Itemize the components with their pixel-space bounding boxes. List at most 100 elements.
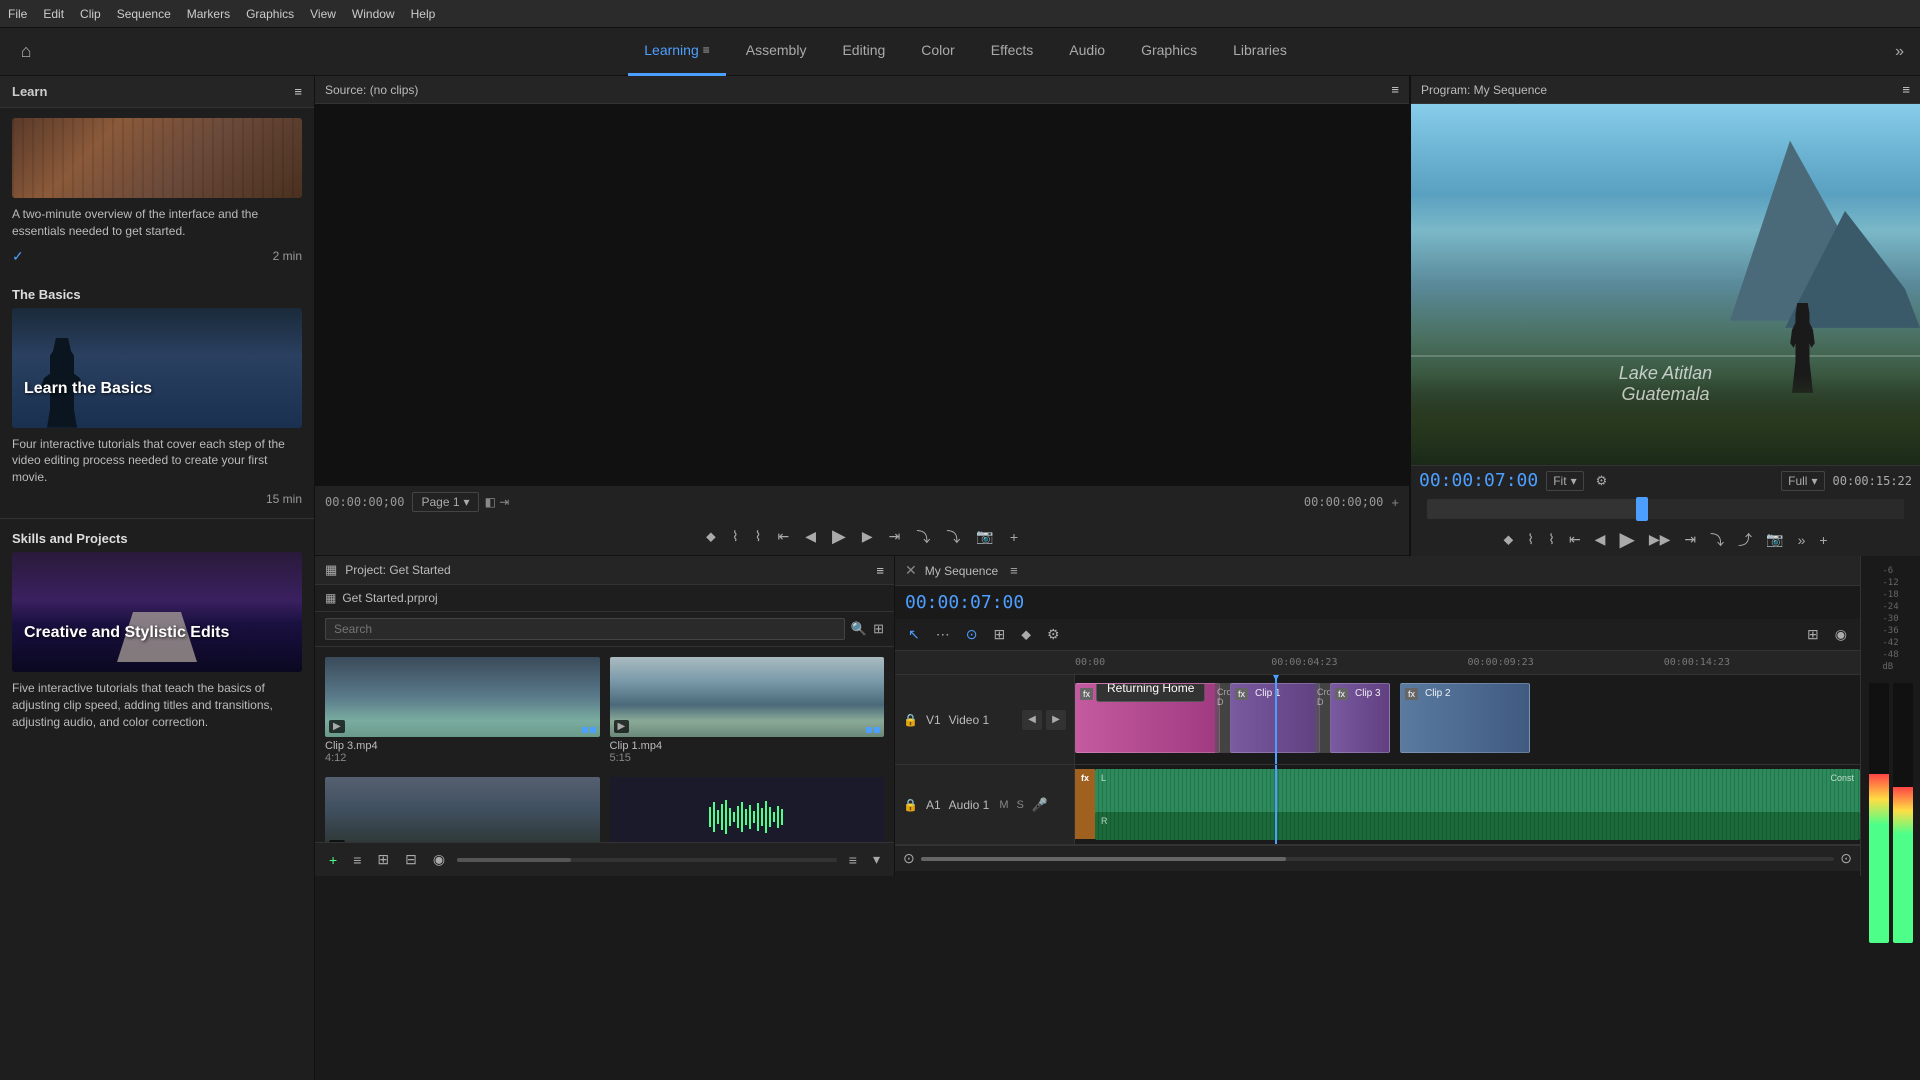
source-add-edit-icon[interactable]: ⌇	[730, 526, 741, 547]
menu-window[interactable]: Window	[352, 7, 395, 21]
menu-clip[interactable]: Clip	[80, 7, 101, 21]
tab-color[interactable]: Color	[905, 28, 970, 76]
clip-item-1[interactable]: ▶ Clip 1.mp4 5:15	[610, 657, 885, 767]
menu-markers[interactable]: Markers	[187, 7, 230, 21]
program-step-fwd-icon[interactable]: ▶▶	[1649, 531, 1671, 548]
menu-view[interactable]: View	[310, 7, 336, 21]
clip-3-duration: 4:12	[325, 752, 600, 764]
menu-edit[interactable]: Edit	[43, 7, 64, 21]
program-add-icon[interactable]: +	[1819, 532, 1827, 548]
program-more-icon[interactable]: »	[1798, 532, 1806, 548]
source-extract-icon[interactable]: ⌇	[753, 526, 764, 547]
source-camera-icon[interactable]: 📷	[974, 526, 995, 547]
list-view-button[interactable]: ≡	[349, 850, 365, 870]
project-panel-menu-icon[interactable]: ≡	[876, 563, 884, 578]
audio-lock-icon[interactable]: 🔒	[903, 798, 918, 812]
sort-icon[interactable]: ◉	[429, 849, 449, 870]
creative-card-title: Creative and Stylistic Edits	[24, 624, 229, 642]
project-search-icon[interactable]: 🔍	[851, 621, 867, 637]
audio-solo-icon[interactable]: S	[1017, 799, 1024, 811]
source-back-icon[interactable]: ⇤	[776, 526, 792, 547]
learn-panel-menu-icon[interactable]: ≡	[294, 84, 302, 99]
menu-file[interactable]: File	[8, 7, 27, 21]
intro-footer: ✓ 2 min	[12, 248, 302, 265]
source-fwd-icon[interactable]: ⇥	[887, 526, 903, 547]
track-lock-icon[interactable]: 🔒	[903, 713, 918, 727]
timeline-eye-icon[interactable]: ◉	[1832, 623, 1850, 646]
audio-clip-item[interactable]: Audio	[610, 777, 885, 842]
track-next-button[interactable]: ▶	[1046, 710, 1066, 730]
snap-tool-button[interactable]: ⊙	[963, 623, 981, 646]
source-more-icon[interactable]: +	[1008, 527, 1020, 547]
workspace-more-button[interactable]: »	[1887, 39, 1912, 65]
program-lift-icon[interactable]: ⤴	[1738, 530, 1752, 550]
program-in-point-icon[interactable]: ⬥	[1503, 531, 1513, 548]
home-button[interactable]: ⌂	[8, 34, 44, 70]
page-indicator[interactable]: Page 1 ▾	[412, 492, 478, 512]
program-add-edit-icon[interactable]: ⌇	[1527, 531, 1534, 548]
video-track-row: 🔒 V1 Video 1 ◀ ▶	[895, 675, 1860, 765]
program-full-selector[interactable]: Full ▾	[1781, 471, 1824, 491]
tab-libraries[interactable]: Libraries	[1217, 28, 1303, 76]
tab-graphics[interactable]: Graphics	[1125, 28, 1213, 76]
sequence-menu-icon[interactable]: ≡	[1010, 563, 1018, 578]
toolbar-more-icon[interactable]: ≡	[845, 850, 861, 870]
program-camera-icon[interactable]: 📷	[1766, 531, 1783, 548]
project-icon-view-icon[interactable]: ⊞	[873, 621, 884, 637]
full-label: Full	[1788, 474, 1807, 488]
program-back-icon[interactable]: ⇤	[1569, 531, 1581, 548]
clip-returning-home[interactable]: fx Returning Home Returning Home	[1075, 683, 1220, 753]
program-extract-icon[interactable]: ⌇	[1548, 531, 1555, 548]
new-item-button[interactable]: +	[325, 850, 341, 870]
toolbar-collapse-icon[interactable]: ▾	[869, 849, 884, 870]
linked-selection-button[interactable]: ⊞	[990, 623, 1008, 646]
sequence-close-icon[interactable]: ✕	[905, 562, 917, 579]
video-track-content: fx Returning Home Returning Home Cross D…	[1075, 675, 1860, 764]
program-fit-selector[interactable]: Fit ▾	[1546, 471, 1583, 491]
source-step-back-icon[interactable]: ◀	[803, 526, 818, 547]
creative-edits-card[interactable]: Creative and Stylistic Edits Five intera…	[12, 552, 302, 730]
tl-begin-icon[interactable]: ⊙	[903, 850, 915, 867]
clip-3-timeline[interactable]: fx Clip 3	[1330, 683, 1390, 753]
tab-assembly[interactable]: Assembly	[730, 28, 823, 76]
program-insert-icon[interactable]: ⤵	[1710, 530, 1724, 550]
source-in-point-icon[interactable]: ⬥	[704, 526, 718, 547]
menu-help[interactable]: Help	[411, 7, 436, 21]
selection-tool-button[interactable]: ↖	[905, 623, 923, 646]
icon-view-button[interactable]: ⊞	[373, 849, 393, 870]
learn-basics-card[interactable]: Learn the Basics Four interactive tutori…	[12, 308, 302, 506]
source-step-fwd-icon[interactable]: ▶	[860, 526, 875, 547]
program-play-button[interactable]: ▶	[1619, 527, 1634, 552]
timeline-display-icon[interactable]: ⊞	[1804, 623, 1822, 646]
source-add-icon[interactable]: +	[1391, 495, 1399, 510]
program-step-back-icon[interactable]: ◀	[1595, 531, 1606, 548]
clip-item-3[interactable]: ▶ Clip 3.mp4 4:12	[325, 657, 600, 767]
tl-end-icon[interactable]: ⊙	[1840, 850, 1852, 867]
program-scrubber[interactable]	[1427, 499, 1904, 519]
settings-tool-button[interactable]: ⚙	[1044, 623, 1063, 646]
tab-editing[interactable]: Editing	[826, 28, 901, 76]
program-monitor-menu-icon[interactable]: ≡	[1902, 82, 1910, 97]
marker-tool-button[interactable]: ⬥	[1018, 623, 1034, 646]
menu-sequence[interactable]: Sequence	[117, 7, 171, 21]
tab-audio[interactable]: Audio	[1053, 28, 1121, 76]
menu-graphics[interactable]: Graphics	[246, 7, 294, 21]
tab-effects[interactable]: Effects	[975, 28, 1050, 76]
track-prev-button[interactable]: ◀	[1022, 710, 1042, 730]
audio-mute-icon[interactable]: M	[999, 799, 1008, 811]
source-insert-icon[interactable]: ⤵	[914, 525, 932, 549]
tab-learning[interactable]: Learning ≡	[628, 28, 726, 76]
project-search-input[interactable]	[325, 618, 845, 640]
audio-mic-icon[interactable]: 🎤	[1032, 797, 1048, 813]
source-overwrite-icon[interactable]: ⤵	[944, 525, 962, 549]
source-monitor-menu-icon[interactable]: ≡	[1391, 82, 1399, 97]
source-play-button[interactable]: ▶	[830, 524, 848, 549]
program-settings-icon[interactable]: ⚙	[1596, 473, 1608, 489]
clip-item-2[interactable]: ▶ Clip 2	[325, 777, 600, 842]
clip-2-timeline[interactable]: fx Clip 2	[1400, 683, 1530, 753]
program-fwd-icon[interactable]: ⇥	[1684, 531, 1696, 548]
timeline-zoom-bar[interactable]	[921, 857, 1835, 861]
intro-card[interactable]: A two-minute overview of the interface a…	[0, 108, 314, 275]
freeform-view-button[interactable]: ⊟	[401, 849, 421, 870]
razor-tool-button[interactable]: ⋯	[933, 623, 953, 646]
